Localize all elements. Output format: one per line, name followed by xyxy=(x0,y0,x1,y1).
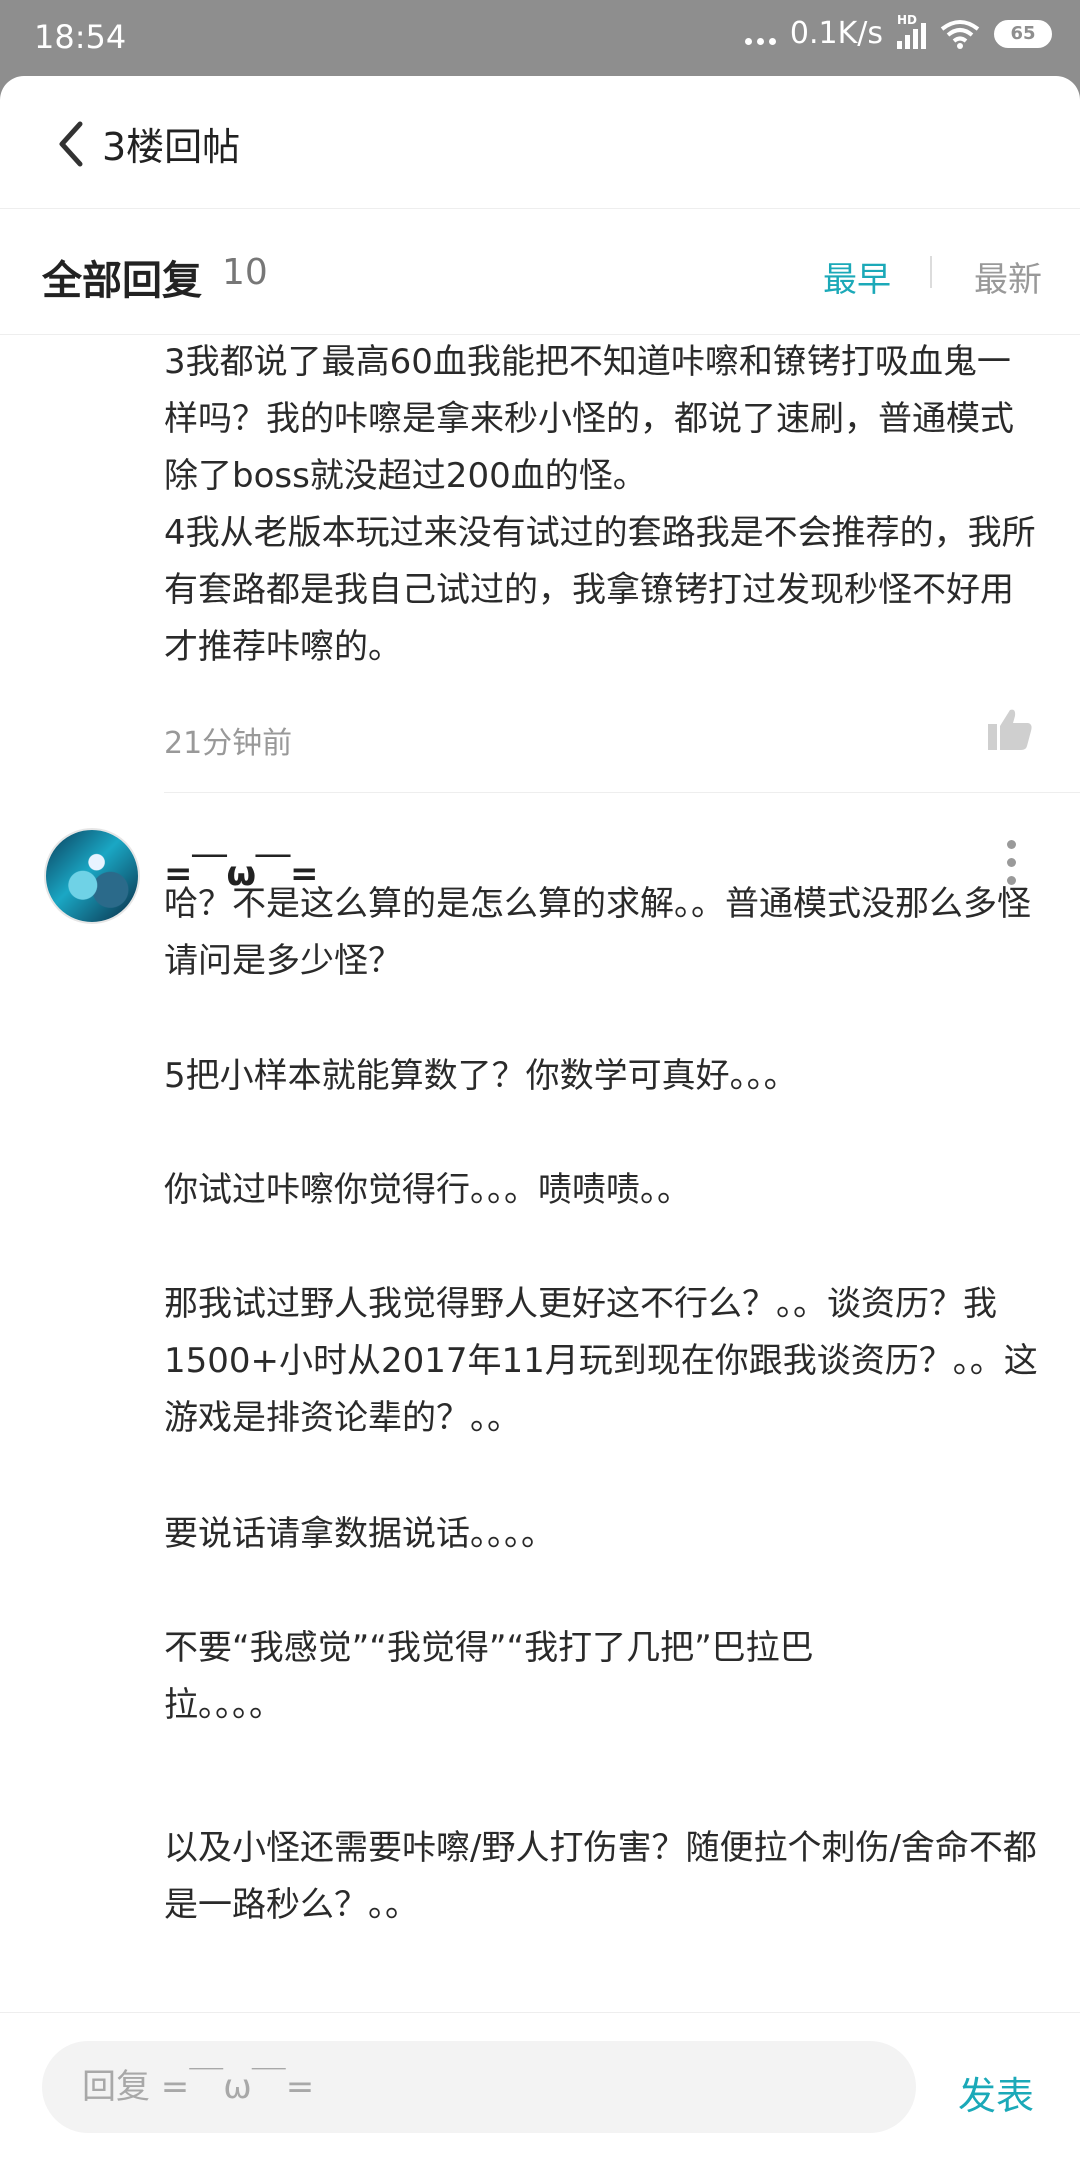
sort-earliest-tab[interactable]: 最早 xyxy=(823,252,891,301)
more-notifications-icon xyxy=(744,19,776,49)
thumbs-up-icon[interactable] xyxy=(988,708,1032,750)
reply-paragraph: 以及小怪还需要咔嚓/野人打伤害？随便拉个刺伤/舍命不都是一路秒么？。。 xyxy=(164,1828,1037,1925)
sort-divider xyxy=(930,256,932,288)
reply-text: 3我都说了最高60血我能把不知道咔嚓和镣铐打吸血鬼一样吗？我的咔嚓是拿来秒小怪的… xyxy=(164,342,1036,667)
reply-paragraph: 要说话请拿数据说话。。。。 xyxy=(164,1514,555,1554)
status-icons: 0.1K/s HD 65 xyxy=(744,13,1052,51)
page-title: 3楼回帖 xyxy=(102,125,241,169)
reply-sheet: 3楼回帖 全部回复 10 最早 最新 3我都说了最高60血我能把不知道咔嚓和镣铐… xyxy=(0,76,1080,2160)
reply-paragraph: 5把小样本就能算数了？你数学可真好。。。 xyxy=(164,1056,798,1096)
sort-newest-tab[interactable]: 最新 xyxy=(974,252,1042,301)
status-time: 18:54 xyxy=(34,18,127,56)
reply-list: 3我都说了最高60血我能把不知道咔嚓和镣铐打吸血鬼一样吗？我的咔嚓是拿来秒小怪的… xyxy=(0,334,1080,1934)
avatar[interactable] xyxy=(44,828,140,924)
all-replies-label: 全部回复 xyxy=(42,258,202,304)
reply-timestamp: 21分钟前 xyxy=(164,726,293,761)
reply-paragraph: 哈？不是这么算的是怎么算的求解。。普通模式没那么多怪请问是多少怪？ xyxy=(164,884,1031,981)
reply-divider xyxy=(164,792,1080,793)
wifi-icon xyxy=(940,19,980,49)
status-bar: 18:54 0.1K/s HD 65 xyxy=(0,0,1080,76)
reply-composer: 发表 xyxy=(0,2012,1080,2160)
hd-badge: HD xyxy=(897,12,918,27)
chevron-left-icon[interactable] xyxy=(56,120,86,168)
send-button[interactable]: 发表 xyxy=(958,2065,1034,2120)
reply-input[interactable] xyxy=(42,2041,916,2133)
replies-header: 全部回复 10 最早 最新 xyxy=(0,208,1080,335)
signal-icon: HD xyxy=(897,13,926,49)
reply-paragraph: 那我试过野人我觉得野人更好这不行么？。。谈资历？我1500+小时从2017年11… xyxy=(164,1284,1038,1438)
battery-icon: 65 xyxy=(994,19,1052,48)
network-speed: 0.1K/s xyxy=(789,16,883,51)
reply-count: 10 xyxy=(222,252,268,293)
reply-paragraph: 不要“我感觉”“我觉得”“我打了几把”巴拉巴拉。。。。 xyxy=(164,1628,814,1725)
reply-paragraph: 你试过咔嚓你觉得行。。。啧啧啧。。 xyxy=(164,1170,691,1210)
top-bar: 3楼回帖 xyxy=(0,76,1080,209)
